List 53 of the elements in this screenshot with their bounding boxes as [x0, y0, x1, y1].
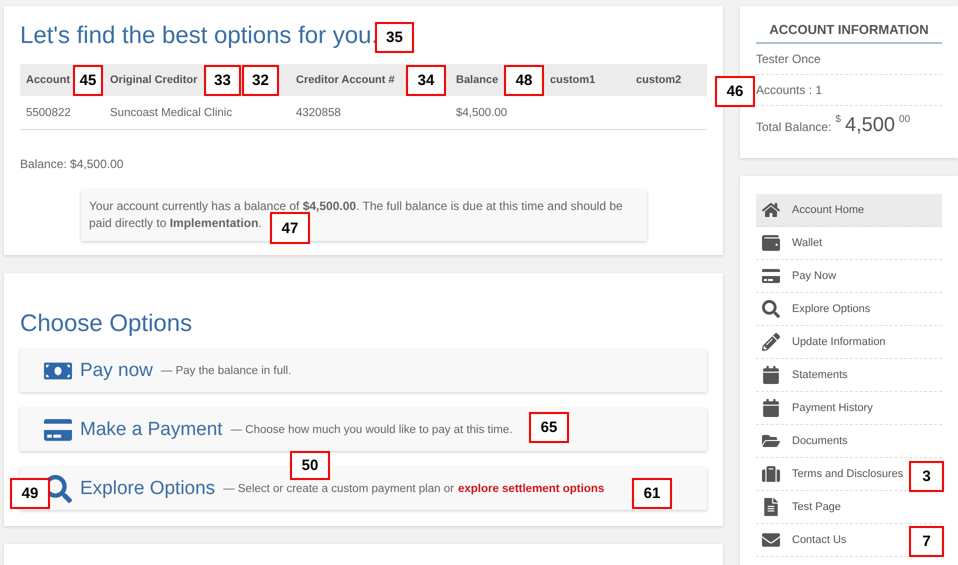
suitcase-icon — [760, 465, 782, 483]
envelope-icon — [760, 531, 782, 549]
option-title[interactable]: Pay now — [80, 360, 153, 382]
callout-number: 48 — [504, 65, 544, 96]
accounts-count: Accounts : 1 — [756, 83, 822, 97]
option-description: — Choose how much you would like to pay at this time. — [230, 424, 512, 436]
pencil-icon — [760, 333, 782, 351]
search-icon — [760, 300, 782, 318]
callout-number: 65 — [529, 412, 569, 443]
callout-number: 47 — [270, 212, 310, 244]
callout-number: 50 — [290, 451, 330, 480]
calendar-icon — [760, 399, 782, 417]
balance-cents: 00 — [899, 114, 910, 125]
callout-number: 45 — [73, 65, 103, 96]
callout-number: 32 — [242, 65, 279, 96]
callout-number: 49 — [10, 478, 50, 509]
account-holder-name: Tester Once — [756, 52, 821, 66]
section-heading: Choose Options — [20, 310, 192, 338]
sidebar-item[interactable]: Pay Now — [760, 267, 836, 285]
sidebar-item[interactable]: Statements — [760, 366, 848, 384]
option-description: — Select or create a custom payment plan or — [223, 482, 454, 494]
wallet-icon — [760, 234, 782, 252]
callout-number: 7 — [909, 526, 944, 557]
option-card[interactable]: Pay now — Pay the balance in full. — [20, 349, 707, 392]
option-title[interactable]: Make a Payment — [80, 418, 223, 440]
callout-number: 33 — [204, 65, 241, 96]
sidebar-item[interactable]: Contact Us — [760, 531, 846, 549]
callout-number: 61 — [632, 478, 672, 509]
sidebar-item[interactable]: Payment History — [760, 399, 873, 417]
settlement-link[interactable]: explore settlement options — [458, 482, 604, 494]
callout-number: 34 — [406, 65, 446, 96]
account-info-title: ACCOUNT INFORMATION — [756, 22, 942, 44]
balance-text: Balance: $4,500.00 — [20, 157, 124, 171]
sidebar-item[interactable]: Explore Options — [760, 300, 870, 318]
home-icon — [760, 201, 782, 219]
column-header: custom2 — [630, 64, 707, 96]
credit-card-icon — [760, 267, 782, 285]
total-balance-label: Total Balance: — [756, 120, 832, 134]
total-balance-amount: 4,500 — [844, 114, 896, 137]
sidebar-item[interactable]: Terms and Disclosures — [760, 465, 904, 483]
column-header: custom1 — [544, 64, 630, 96]
option-description: — Pay the balance in full. — [160, 364, 292, 376]
sidebar-item[interactable]: Wallet — [760, 234, 822, 252]
calendar-icon — [760, 366, 782, 384]
currency-symbol: $ — [835, 114, 841, 125]
sidebar-item[interactable]: Documents — [760, 432, 848, 450]
sidebar-item[interactable]: Test Page — [760, 498, 841, 516]
callout-number: 3 — [909, 461, 944, 492]
folder-icon — [760, 432, 782, 450]
callout-number: 46 — [715, 76, 755, 107]
callout-number: 35 — [375, 22, 414, 53]
option-title[interactable]: Explore Options — [80, 478, 216, 500]
sidebar-item[interactable]: Update Information — [760, 333, 886, 351]
